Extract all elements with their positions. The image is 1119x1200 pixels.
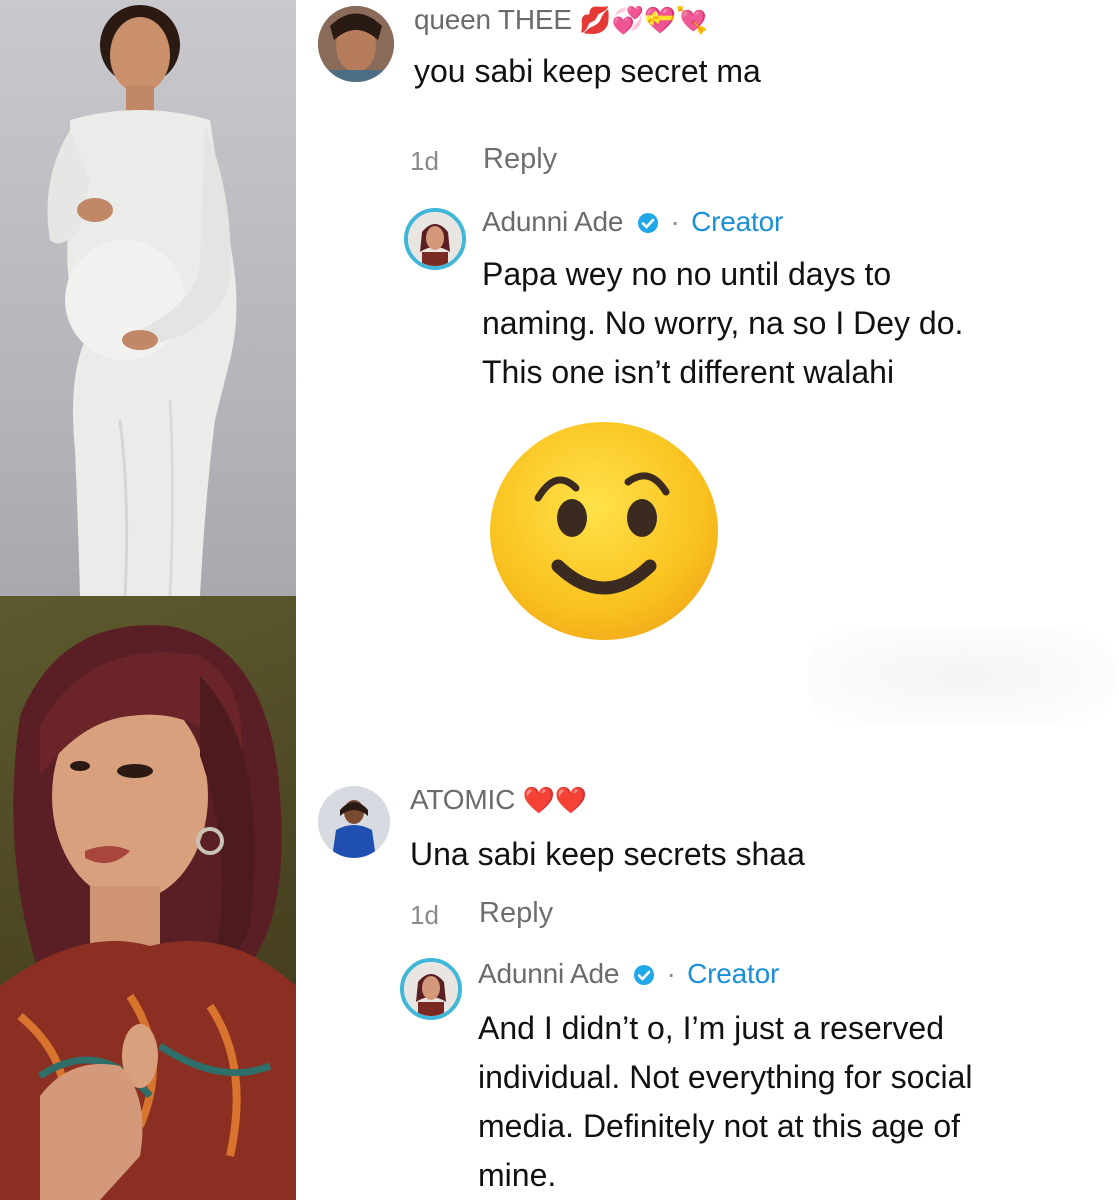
portrait-photo [0, 596, 296, 1200]
separator-dot: · [666, 958, 676, 989]
verified-badge-icon [633, 965, 654, 985]
comment-age: 1d [410, 900, 439, 930]
avatar-adunni-ade[interactable] [404, 208, 466, 270]
reply-text: And I didn’t o, I’m just a reserved indi… [478, 1004, 972, 1200]
maternity-photo [0, 0, 296, 596]
separator-dot: · [670, 206, 680, 237]
username-text[interactable]: ATOMIC [410, 784, 515, 815]
comment-username[interactable]: ATOMIC ❤️❤️ [410, 784, 587, 816]
avatar-queen-thee[interactable] [318, 6, 394, 82]
reply-line: Papa wey no no until days to [482, 256, 892, 292]
creator-label: Creator [691, 206, 784, 237]
smiling-face-emoji-icon [488, 420, 720, 642]
reply-author[interactable]: Adunni Ade · Creator [478, 958, 779, 990]
reply-line: media. Definitely not at this age of [478, 1108, 961, 1144]
reply-line: individual. Not everything for social [478, 1059, 973, 1095]
photo-collage [0, 0, 296, 1200]
reply-line: mine. [478, 1157, 557, 1193]
reply-button[interactable]: Reply [483, 143, 557, 176]
reply-button[interactable]: Reply [479, 897, 553, 930]
username-text[interactable]: queen THEE [414, 4, 572, 35]
reply-line: And I didn’t o, I’m just a reserved [478, 1010, 944, 1046]
heart-emoji-icon: 💋💞💝💘 [579, 5, 709, 35]
comment-text: Una sabi keep secrets shaa [410, 836, 805, 872]
reply-username[interactable]: Adunni Ade [478, 958, 619, 989]
creator-label: Creator [687, 958, 780, 989]
reply-line: This one isn’t different walahi [482, 354, 895, 390]
comment-age: 1d [410, 146, 439, 176]
reply-line: naming. No worry, na so I Dey do. [482, 305, 964, 341]
screen-glare [808, 628, 1114, 724]
reply-username[interactable]: Adunni Ade [482, 206, 623, 237]
reply-author[interactable]: Adunni Ade · Creator [482, 206, 783, 238]
avatar-atomic[interactable] [318, 786, 390, 858]
reply-text: Papa wey no no until days to naming. No … [482, 250, 963, 397]
comment-username[interactable]: queen THEE 💋💞💝💘 [414, 4, 708, 36]
verified-badge-icon [637, 213, 658, 233]
avatar-adunni-ade[interactable] [400, 958, 462, 1020]
comment-text: you sabi keep secret ma [414, 53, 761, 89]
heart-emoji-icon: ❤️❤️ [522, 785, 588, 815]
